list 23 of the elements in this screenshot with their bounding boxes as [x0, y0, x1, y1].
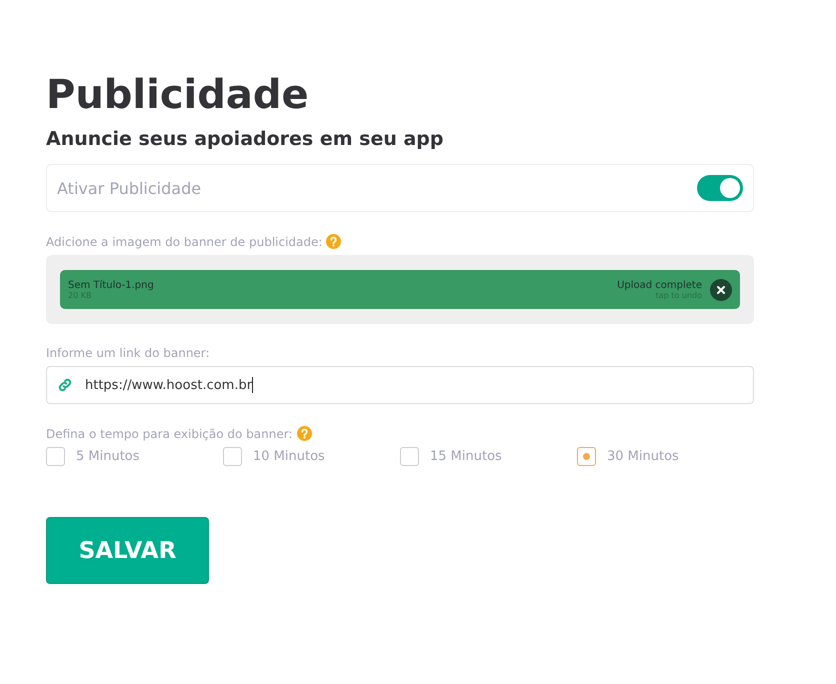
option-label: 30 Minutos [607, 449, 679, 464]
toggle-switch[interactable] [697, 175, 743, 201]
option-label: 10 Minutos [253, 449, 325, 464]
help-icon[interactable] [296, 426, 312, 441]
page-title: Publicidade [46, 71, 310, 120]
radio-button[interactable] [400, 447, 419, 466]
link-field[interactable]: https://www.hoost.com.br [46, 366, 754, 404]
radio-button[interactable] [577, 447, 596, 466]
save-button[interactable]: SALVAR [46, 517, 209, 584]
radio-button[interactable] [46, 447, 65, 466]
file-name: Sem Título-1.png [68, 280, 154, 290]
field-label: Defina o tempo para exibição do banner: [46, 426, 293, 440]
field-label: Informe um link do banner: [46, 346, 210, 360]
close-icon[interactable] [710, 278, 732, 300]
upload-status: Upload complete [617, 280, 702, 290]
toggle-label: Ativar Publicidade [57, 178, 202, 198]
field-label: Adicione a imagem do banner de publicidade: [46, 234, 322, 248]
help-icon[interactable] [326, 234, 342, 249]
page-subtitle: Anuncie seus apoiadores em seu app [46, 128, 445, 150]
option-label: 5 Minutos [76, 449, 140, 464]
radio-button[interactable] [223, 447, 242, 466]
link-icon [57, 377, 73, 393]
option-label: 15 Minutos [430, 449, 502, 464]
